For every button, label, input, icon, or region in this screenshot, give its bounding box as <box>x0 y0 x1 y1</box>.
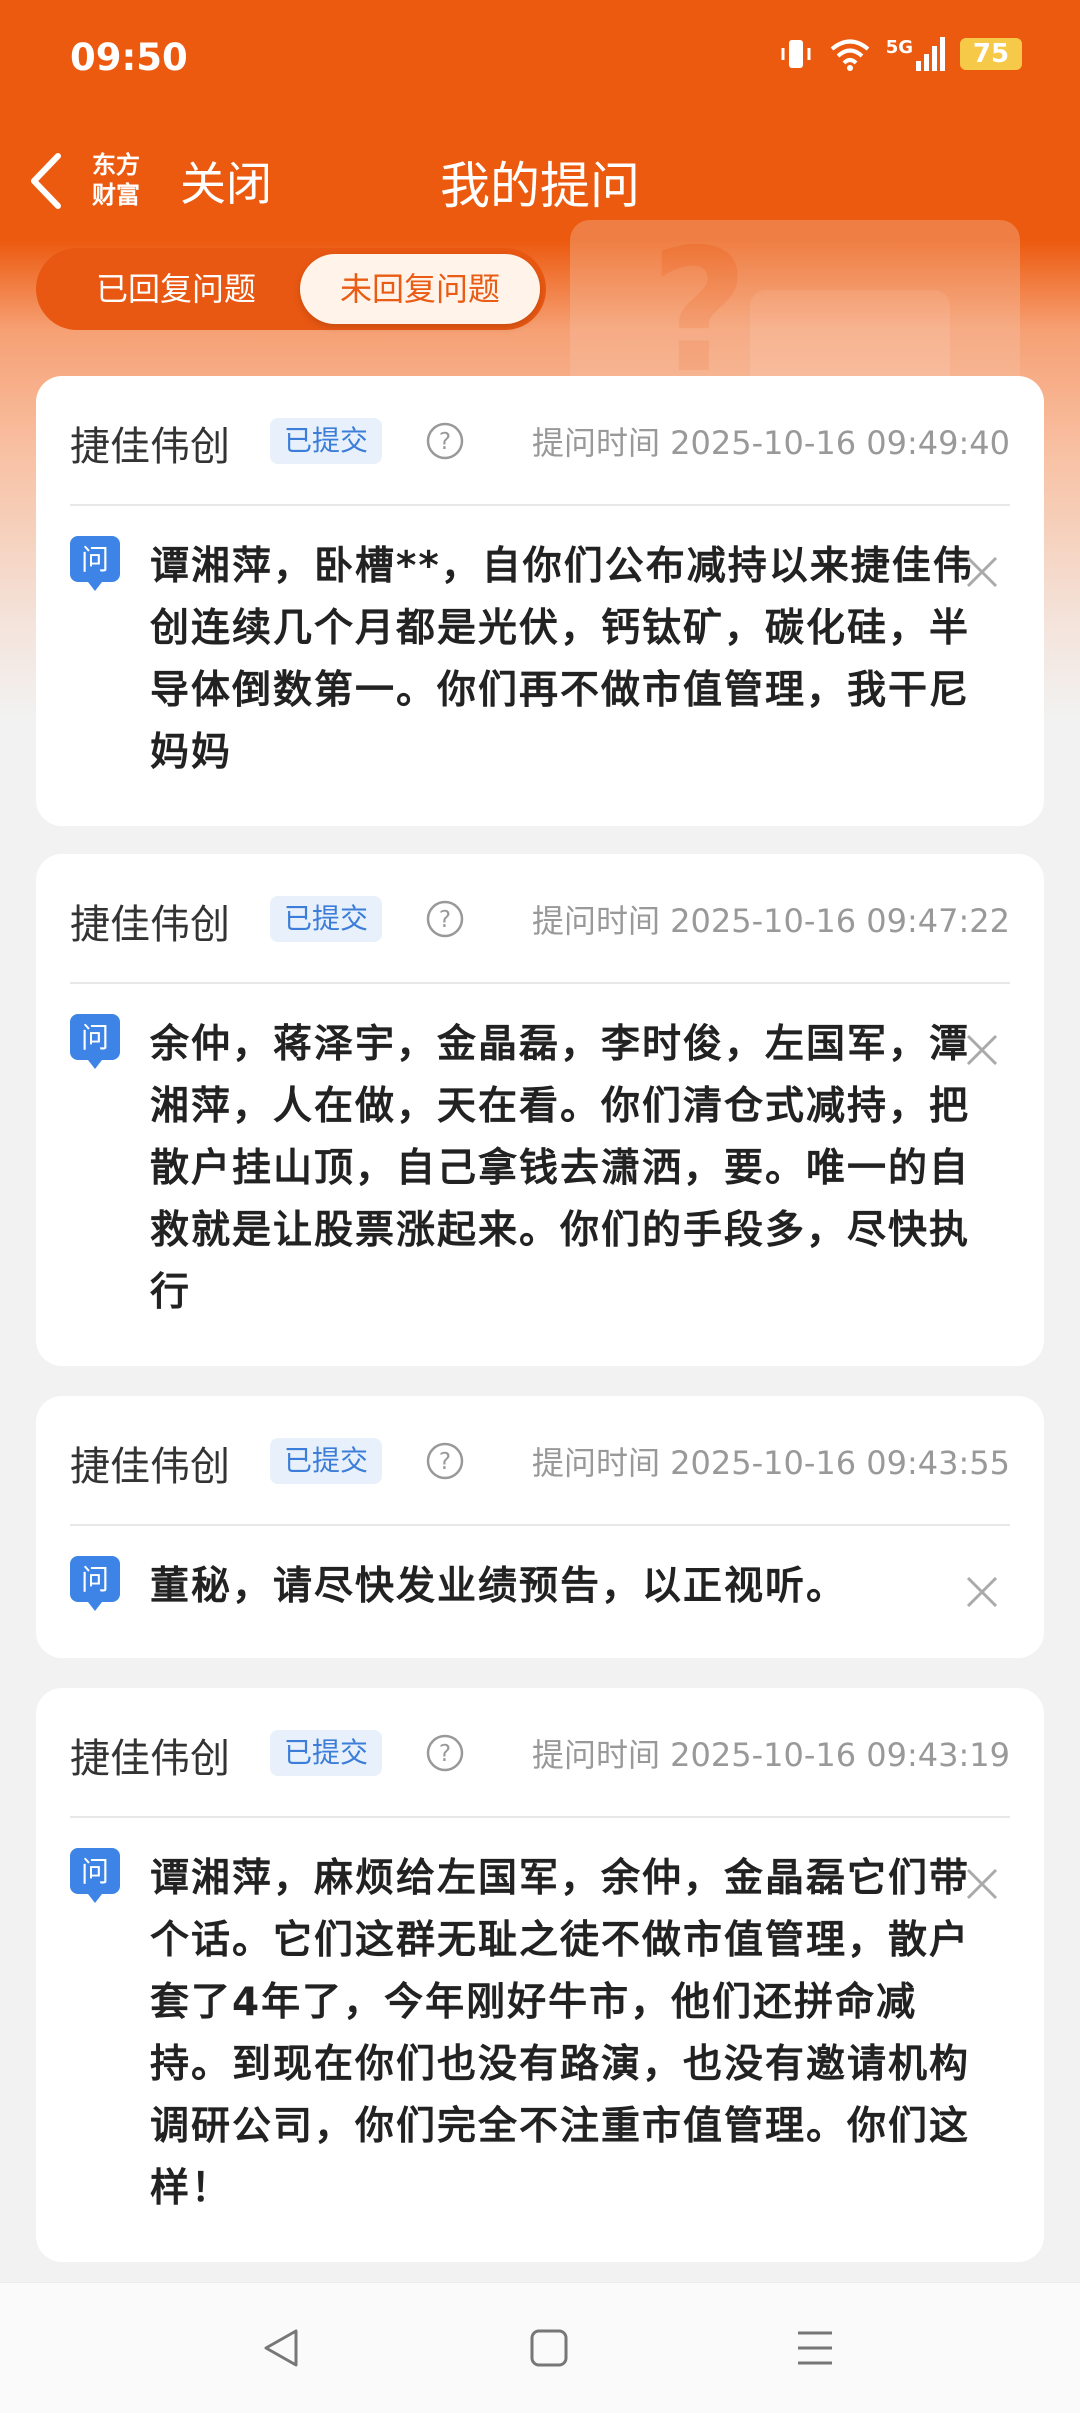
vibrate-icon <box>781 40 811 68</box>
question-time: 提问时间 2025-10-16 09:49:40 <box>531 424 1010 462</box>
company-name[interactable]: 捷佳伟创 <box>70 1726 230 1784</box>
close-icon[interactable] <box>962 1030 1002 1070</box>
question-card: 捷佳伟创 已提交 ? 提问时间 2025-10-16 09:47:22 问 余仲… <box>36 854 1044 1366</box>
svg-text:?: ? <box>439 1741 451 1767</box>
card-header: 捷佳伟创 已提交 ? 提问时间 2025-10-16 09:43:55 <box>70 1396 1010 1526</box>
svg-text:问: 问 <box>81 543 109 576</box>
svg-text:?: ? <box>439 1449 451 1475</box>
svg-text:问: 问 <box>81 1563 109 1596</box>
signal-icon <box>916 37 945 71</box>
status-badge: 已提交 <box>270 896 383 942</box>
triangle-back-icon[interactable] <box>256 2323 306 2373</box>
question-label-icon: 问 <box>70 1848 120 1903</box>
network-type: 5G <box>885 37 913 58</box>
question-card: 捷佳伟创 已提交 ? 提问时间 2025-10-16 09:43:19 问 谭湘… <box>36 1688 1044 2262</box>
tab-bar: 已回复问题 未回复问题 <box>36 248 546 330</box>
question-label-icon: 问 <box>70 536 120 591</box>
question-card: 捷佳伟创 已提交 ? 提问时间 2025-10-16 09:49:40 问 谭湘… <box>36 376 1044 826</box>
status-bar: 09:50 5G 75 <box>0 0 1080 120</box>
close-icon[interactable] <box>962 1864 1002 1904</box>
question-card: 捷佳伟创 已提交 ? 提问时间 2025-10-16 09:43:55 问 董秘… <box>36 1396 1044 1658</box>
company-name[interactable]: 捷佳伟创 <box>70 892 230 950</box>
app-header: 东方 财富 关闭 我的提问 <box>0 120 1080 240</box>
question-time: 提问时间 2025-10-16 09:43:19 <box>531 1736 1010 1774</box>
company-name[interactable]: 捷佳伟创 <box>70 414 230 472</box>
svg-text:?: ? <box>650 220 749 400</box>
tab-unreplied[interactable]: 未回复问题 <box>300 254 540 324</box>
card-header: 捷佳伟创 已提交 ? 提问时间 2025-10-16 09:43:19 <box>70 1688 1010 1818</box>
status-badge: 已提交 <box>270 418 383 464</box>
system-nav-bar <box>0 2282 1080 2413</box>
question-circle-icon[interactable]: ? <box>426 900 464 938</box>
svg-text:问: 问 <box>81 1855 109 1888</box>
question-label-icon: 问 <box>70 1556 120 1611</box>
question-label-icon: 问 <box>70 1014 120 1069</box>
svg-text:问: 问 <box>81 1021 109 1054</box>
status-badge: 已提交 <box>270 1438 383 1484</box>
card-header: 捷佳伟创 已提交 ? 提问时间 2025-10-16 09:47:22 <box>70 854 1010 984</box>
close-icon[interactable] <box>962 552 1002 592</box>
question-text: 谭湘萍，麻烦给左国军，余仲，金晶磊它们带个话。它们这群无耻之徒不做市值管理，散户… <box>150 1856 971 2211</box>
menu-lines-icon[interactable] <box>790 2323 840 2373</box>
square-home-icon[interactable] <box>524 2323 574 2373</box>
question-text: 董秘，请尽快发业绩预告，以正视听。 <box>150 1564 848 1609</box>
battery-indicator: 75 <box>960 38 1022 70</box>
question-text: 余仲，蒋泽宇，金晶磊，李时俊，左国军，潭湘萍，人在做，天在看。你们清仓式减持，把… <box>150 1022 971 1315</box>
page-title: 我的提问 <box>440 157 640 215</box>
status-time: 09:50 <box>70 36 188 79</box>
question-circle-icon[interactable]: ? <box>426 1734 464 1772</box>
question-circle-icon[interactable]: ? <box>426 1442 464 1480</box>
status-badge: 已提交 <box>270 1730 383 1776</box>
question-circle-icon[interactable]: ? <box>426 422 464 460</box>
question-time: 提问时间 2025-10-16 09:47:22 <box>531 902 1010 940</box>
company-name[interactable]: 捷佳伟创 <box>70 1434 230 1492</box>
question-text: 谭湘萍，卧槽**，自你们公布减持以来捷佳伟创连续几个月都是光伏，钙钛矿，碳化硅，… <box>150 544 974 775</box>
tab-replied[interactable]: 已回复问题 <box>46 248 306 330</box>
close-icon[interactable] <box>962 1572 1002 1612</box>
question-decoration-icon: ? <box>570 220 1020 400</box>
wifi-icon <box>830 39 869 71</box>
svg-text:?: ? <box>439 429 451 455</box>
question-time: 提问时间 2025-10-16 09:43:55 <box>531 1444 1010 1482</box>
svg-text:?: ? <box>439 907 451 933</box>
card-header: 捷佳伟创 已提交 ? 提问时间 2025-10-16 09:49:40 <box>70 376 1010 506</box>
